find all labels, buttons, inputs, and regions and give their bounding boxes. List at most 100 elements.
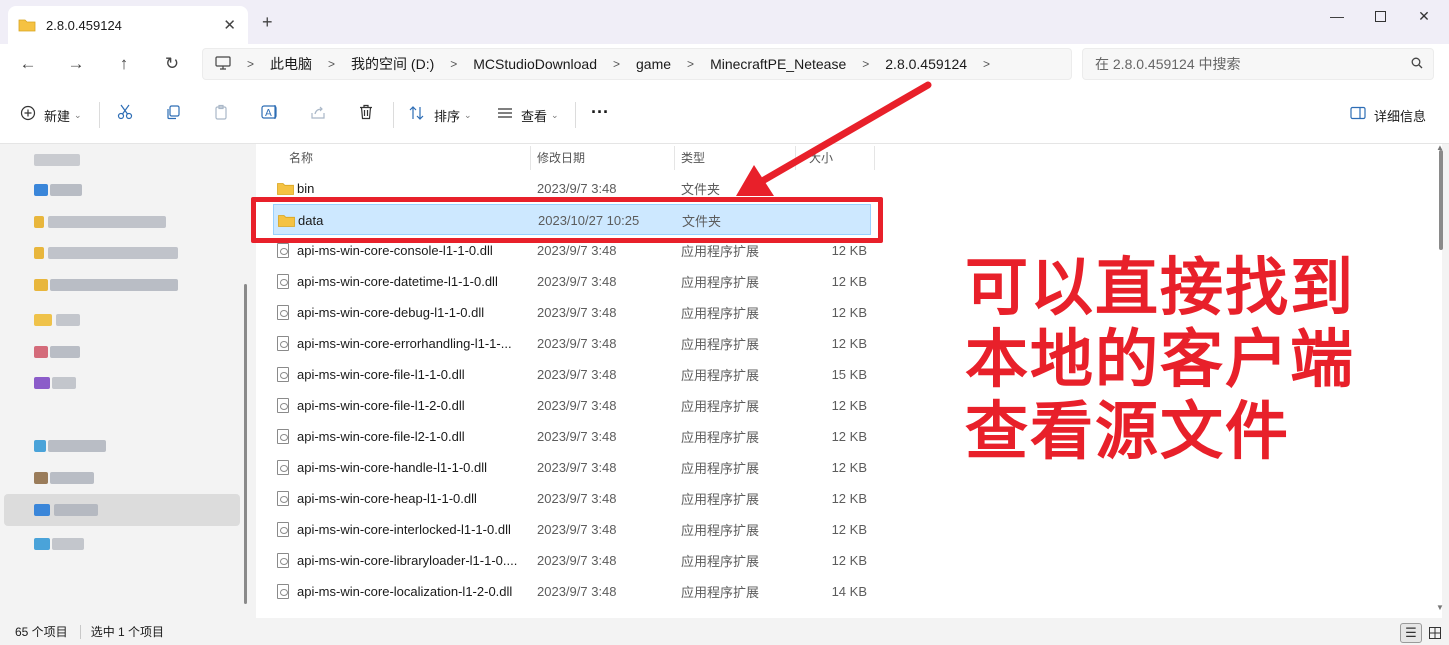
- refresh-icon[interactable]: ↻: [159, 52, 185, 76]
- close-window-icon[interactable]: ✕: [1400, 6, 1448, 26]
- folder-icon: [18, 18, 36, 32]
- file-type: 应用程序扩展: [681, 337, 760, 352]
- file-date: 2023/9/7 3:48: [537, 274, 617, 289]
- navigation-pane[interactable]: [0, 144, 247, 618]
- new-tab-icon[interactable]: +: [262, 12, 273, 33]
- nav-scrollbar[interactable]: [244, 284, 247, 604]
- column-header-type[interactable]: 类型: [681, 144, 705, 170]
- rename-icon[interactable]: A: [261, 104, 279, 125]
- column-size-label: 大小: [809, 150, 834, 165]
- column-divider[interactable]: [795, 146, 796, 170]
- file-date: 2023/9/7 3:48: [537, 398, 617, 413]
- file-date: 2023/9/7 3:48: [537, 305, 617, 320]
- nav-item-selected[interactable]: [4, 494, 240, 526]
- arrow-left-icon[interactable]: ←: [15, 52, 41, 76]
- file-row[interactable]: api-ms-win-core-datetime-l1-1-0.dll 2023/…: [273, 266, 871, 297]
- file-row[interactable]: api-ms-win-core-debug-l1-1-0.dll 2023/9/7…: [273, 297, 871, 328]
- column-header-name[interactable]: 名称: [289, 144, 313, 170]
- plus-circle-icon: [20, 105, 36, 126]
- file-row[interactable]: api-ms-win-core-libraryloader-l1-1-0....…: [273, 545, 871, 576]
- annotation-text: 可以直接找到 本地的客户端 查看源文件: [965, 252, 1425, 468]
- file-row[interactable]: api-ms-win-core-localization-l1-2-0.dll 2…: [273, 576, 871, 607]
- file-type: 应用程序扩展: [681, 585, 760, 600]
- close-tab-icon[interactable]: ✕: [223, 16, 236, 34]
- tiles-view-icon[interactable]: [1424, 623, 1446, 643]
- file-dll-icon: [277, 359, 289, 390]
- breadcrumb-item[interactable]: MinecraftPE_Netease: [710, 56, 846, 72]
- address-bar[interactable]: > 此电脑 > 我的空间 (D:) > MCStudioDownload > g…: [202, 48, 1072, 80]
- more-options-icon[interactable]: ···: [591, 101, 609, 123]
- selected-count: 选中 1 个项目: [90, 625, 165, 639]
- column-divider[interactable]: [874, 146, 875, 170]
- file-row[interactable]: api-ms-win-core-heap-l1-1-0.dll 2023/9/7 …: [273, 483, 871, 514]
- file-dll-icon: [277, 452, 289, 483]
- file-row[interactable]: api-ms-win-core-file-l1-1-0.dll 2023/9/7 …: [273, 359, 871, 390]
- arrow-right-icon[interactable]: →: [63, 52, 89, 76]
- file-type: 应用程序扩展: [681, 430, 760, 445]
- column-header-date[interactable]: 修改日期: [537, 144, 585, 170]
- file-date: 2023/9/7 3:48: [537, 336, 617, 351]
- breadcrumb-item[interactable]: game: [636, 56, 671, 72]
- view-button[interactable]: 查看 ⌄: [497, 104, 559, 126]
- file-size: 15 KB: [831, 367, 867, 382]
- trash-icon[interactable]: [358, 104, 374, 125]
- chevron-right-icon[interactable]: >: [328, 57, 335, 71]
- breadcrumb-item[interactable]: 我的空间 (D:): [351, 54, 434, 74]
- file-size: 12 KB: [831, 398, 867, 413]
- file-row[interactable]: api-ms-win-core-interlocked-l1-1-0.dll 20…: [273, 514, 871, 545]
- file-row[interactable]: api-ms-win-core-handle-l1-1-0.dll 2023/9/…: [273, 452, 871, 483]
- chevron-right-icon[interactable]: >: [983, 57, 990, 71]
- title-bar: 2.8.0.459124 ✕ + — ✕: [0, 0, 1449, 44]
- breadcrumb-item[interactable]: 此电脑: [270, 54, 312, 74]
- copy-icon[interactable]: [165, 104, 181, 125]
- cut-icon[interactable]: [117, 104, 133, 125]
- file-date: 2023/9/7 3:48: [537, 584, 617, 599]
- annotation-line: 可以直接找到: [965, 251, 1355, 324]
- file-type: 应用程序扩展: [681, 492, 760, 507]
- file-row[interactable]: api-ms-win-core-errorhandling-l1-1-... 20…: [273, 328, 871, 359]
- column-date-label: 修改日期: [537, 150, 586, 165]
- file-dll-icon: [277, 297, 289, 328]
- breadcrumb-item[interactable]: MCStudioDownload: [473, 56, 597, 72]
- breadcrumb-item[interactable]: 2.8.0.459124: [885, 56, 967, 72]
- file-list-scrollbar[interactable]: [1439, 150, 1443, 250]
- monitor-icon: [215, 55, 231, 73]
- share-icon[interactable]: [310, 104, 326, 125]
- divider: [79, 624, 81, 639]
- details-pane-button[interactable]: 详细信息: [1350, 104, 1426, 126]
- details-view-icon[interactable]: ☰: [1400, 623, 1422, 643]
- file-type: 应用程序扩展: [681, 306, 760, 321]
- file-date: 2023/9/7 3:48: [537, 553, 617, 568]
- sort-button[interactable]: 排序 ⌄: [408, 104, 472, 126]
- file-name: api-ms-win-core-heap-l1-1-0.dll: [297, 491, 477, 506]
- file-date: 2023/9/7 3:48: [537, 491, 617, 506]
- column-divider[interactable]: [674, 146, 675, 170]
- file-size: 12 KB: [831, 553, 867, 568]
- file-size: 14 KB: [831, 584, 867, 599]
- new-button[interactable]: 新建 ⌄: [20, 104, 82, 126]
- file-name: api-ms-win-core-libraryloader-l1-1-0....: [297, 553, 518, 568]
- file-date: 2023/9/7 3:48: [537, 522, 617, 537]
- column-type-label: 类型: [681, 150, 706, 165]
- minimize-icon[interactable]: —: [1313, 6, 1361, 26]
- tab-active[interactable]: 2.8.0.459124 ✕: [8, 6, 248, 44]
- search-input[interactable]: 在 2.8.0.459124 中搜索: [1082, 48, 1434, 80]
- column-divider[interactable]: [530, 146, 531, 170]
- file-row[interactable]: api-ms-win-core-file-l2-1-0.dll 2023/9/7 …: [273, 421, 871, 452]
- file-name: api-ms-win-core-file-l2-1-0.dll: [297, 429, 465, 444]
- file-name: api-ms-win-core-localization-l1-2-0.dll: [297, 584, 513, 599]
- chevron-right-icon[interactable]: >: [862, 57, 869, 71]
- annotation-line: 查看源文件: [965, 395, 1290, 468]
- file-row[interactable]: api-ms-win-core-file-l1-2-0.dll 2023/9/7 …: [273, 390, 871, 421]
- view-list-icon: [497, 106, 513, 125]
- maximize-icon[interactable]: [1356, 6, 1404, 26]
- chevron-right-icon[interactable]: >: [687, 57, 694, 71]
- scroll-down-icon[interactable]: ▼: [1436, 603, 1444, 612]
- column-header-size[interactable]: 大小: [809, 144, 833, 170]
- column-name-label: 名称: [289, 150, 314, 165]
- arrow-up-icon[interactable]: ↑: [111, 52, 137, 76]
- chevron-right-icon[interactable]: >: [613, 57, 620, 71]
- paste-icon[interactable]: [213, 104, 229, 125]
- command-bar: 新建 ⌄ A 排序 ⌄ 查看 ⌄ ··· 详细信息: [0, 84, 1449, 144]
- chevron-right-icon[interactable]: >: [450, 57, 457, 71]
